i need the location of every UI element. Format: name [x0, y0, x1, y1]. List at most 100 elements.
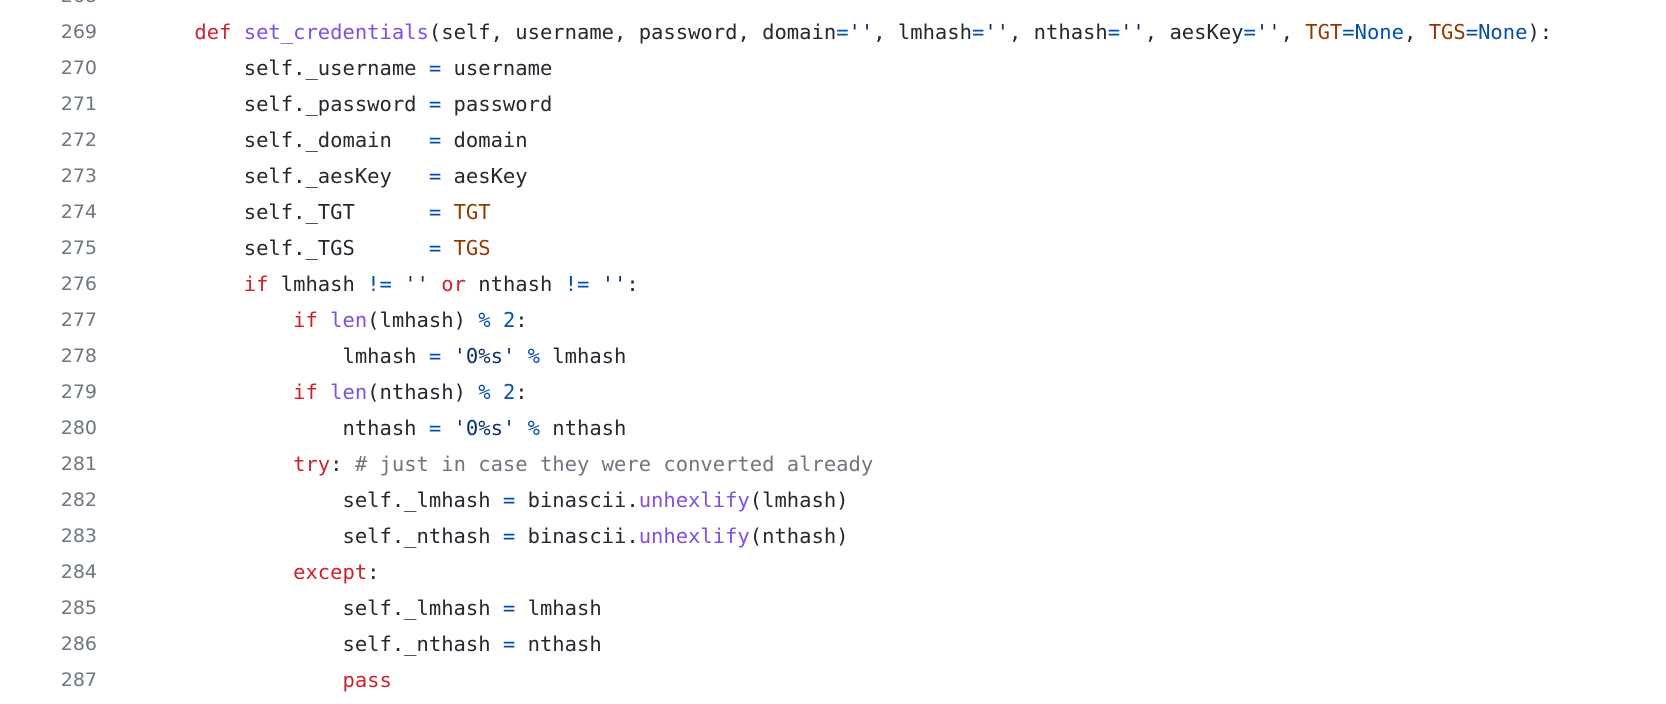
line-content[interactable]: self._aesKey = aesKey	[123, 158, 1666, 194]
code-token-pl: :	[515, 308, 528, 332]
code-token-op: =	[971, 20, 985, 44]
code-token-op: =	[1342, 20, 1355, 44]
line-content[interactable]: if len(nthash) % 2:	[123, 374, 1666, 410]
code-token-op: =	[428, 416, 442, 440]
code-token-pl: ,	[1280, 20, 1306, 44]
code-token-pl: domain	[441, 128, 528, 152]
code-token-pl: self._nthash	[145, 632, 503, 656]
line-number[interactable]: 281	[0, 446, 123, 482]
code-token-param: TGT	[453, 200, 491, 224]
line-number[interactable]: 279	[0, 374, 123, 410]
code-token-kw: try	[293, 452, 331, 476]
code-token-kw: if	[243, 272, 269, 296]
line-content[interactable]: def set_credentials(self, username, pass…	[123, 14, 1666, 50]
line-content[interactable]: if len(lmhash) % 2:	[123, 302, 1666, 338]
code-line: 275 self._TGS = TGS	[0, 230, 1666, 266]
line-number[interactable]: 275	[0, 230, 123, 266]
code-token-pl: self._TGT	[145, 200, 429, 224]
code-token-param: TGT	[1305, 20, 1343, 44]
code-token-op: %	[527, 344, 540, 368]
code-line: 272 self._domain = domain	[0, 122, 1666, 158]
line-number[interactable]: 277	[0, 302, 123, 338]
code-token-num: 2	[502, 380, 516, 404]
code-token-str: ''	[984, 20, 1009, 44]
code-token-str: ''	[848, 20, 874, 44]
code-token-op: =	[502, 488, 516, 512]
line-number[interactable]: 286	[0, 626, 123, 662]
line-number[interactable]: 284	[0, 554, 123, 590]
code-token-fn: len	[330, 380, 368, 404]
code-token-kw: or	[441, 272, 466, 296]
line-content[interactable]: self._lmhash = binascii.unhexlify(lmhash…	[123, 482, 1666, 518]
line-number[interactable]: 269	[0, 14, 123, 50]
code-token-pl: :	[626, 272, 639, 296]
code-token-op: =	[428, 200, 442, 224]
code-line: 270 self._username = username	[0, 50, 1666, 86]
line-content[interactable]: if lmhash != '' or nthash != '':	[123, 266, 1666, 302]
code-line: 278 lmhash = '0%s' % lmhash	[0, 338, 1666, 374]
code-line: 286 self._nthash = nthash	[0, 626, 1666, 662]
code-line: 280 nthash = '0%s' % nthash	[0, 410, 1666, 446]
code-body: 268269 def set_credentials(self, usernam…	[0, 0, 1666, 698]
code-token-pl: nthash	[145, 416, 429, 440]
code-line: 287 pass	[0, 662, 1666, 698]
code-token-kw: pass	[342, 668, 392, 692]
code-token-kw: def	[194, 20, 232, 44]
code-token-pl: (nthash)	[367, 380, 479, 404]
code-token-op: %	[478, 308, 491, 332]
code-token-cmt: # just in case they were converted alrea…	[354, 452, 874, 476]
line-content[interactable]	[123, 0, 1666, 14]
code-table: 268269 def set_credentials(self, usernam…	[0, 0, 1666, 698]
code-token-pl: lmhash	[145, 344, 429, 368]
line-number[interactable]: 268	[0, 0, 123, 14]
line-content[interactable]: self._lmhash = lmhash	[123, 590, 1666, 626]
line-number[interactable]: 282	[0, 482, 123, 518]
code-token-pl: self._username	[145, 56, 429, 80]
line-number[interactable]: 271	[0, 86, 123, 122]
line-number[interactable]: 272	[0, 122, 123, 158]
line-number[interactable]: 285	[0, 590, 123, 626]
code-token-pl: (self, username, password, domain	[428, 20, 837, 44]
line-content[interactable]: self._nthash = binascii.unhexlify(nthash…	[123, 518, 1666, 554]
line-content[interactable]: self._domain = domain	[123, 122, 1666, 158]
line-content[interactable]: self._password = password	[123, 86, 1666, 122]
line-number[interactable]: 278	[0, 338, 123, 374]
code-token-pl: password	[441, 92, 553, 116]
line-number[interactable]: 276	[0, 266, 123, 302]
line-number[interactable]: 287	[0, 662, 123, 698]
line-content[interactable]: nthash = '0%s' % nthash	[123, 410, 1666, 446]
line-number[interactable]: 273	[0, 158, 123, 194]
code-line: 274 self._TGT = TGT	[0, 194, 1666, 230]
code-token-op: =	[1465, 20, 1479, 44]
line-content[interactable]: self._nthash = nthash	[123, 626, 1666, 662]
line-number[interactable]: 280	[0, 410, 123, 446]
line-content[interactable]: self._TGT = TGT	[123, 194, 1666, 230]
line-content[interactable]: lmhash = '0%s' % lmhash	[123, 338, 1666, 374]
code-token-op: =	[836, 20, 849, 44]
line-number[interactable]: 283	[0, 518, 123, 554]
line-content[interactable]: self._username = username	[123, 50, 1666, 86]
code-token-kw: if	[293, 380, 318, 404]
line-number[interactable]: 274	[0, 194, 123, 230]
code-line: 273 self._aesKey = aesKey	[0, 158, 1666, 194]
code-token-op: =	[428, 344, 442, 368]
line-content[interactable]: pass	[123, 662, 1666, 698]
code-token-pl: :	[515, 380, 528, 404]
code-token-pl: lmhash	[539, 344, 627, 368]
code-token-kw: if	[293, 308, 318, 332]
line-content[interactable]: try: # just in case they were converted …	[123, 446, 1666, 482]
code-token-pl: (lmhash)	[749, 488, 849, 512]
line-content[interactable]: self._TGS = TGS	[123, 230, 1666, 266]
code-viewer[interactable]: 268269 def set_credentials(self, usernam…	[0, 0, 1666, 704]
line-content[interactable]: except:	[123, 554, 1666, 590]
code-token-op: =	[502, 596, 516, 620]
code-line: 276 if lmhash != '' or nthash != '':	[0, 266, 1666, 302]
line-number[interactable]: 270	[0, 50, 123, 86]
code-token-str: ''	[1255, 20, 1281, 44]
